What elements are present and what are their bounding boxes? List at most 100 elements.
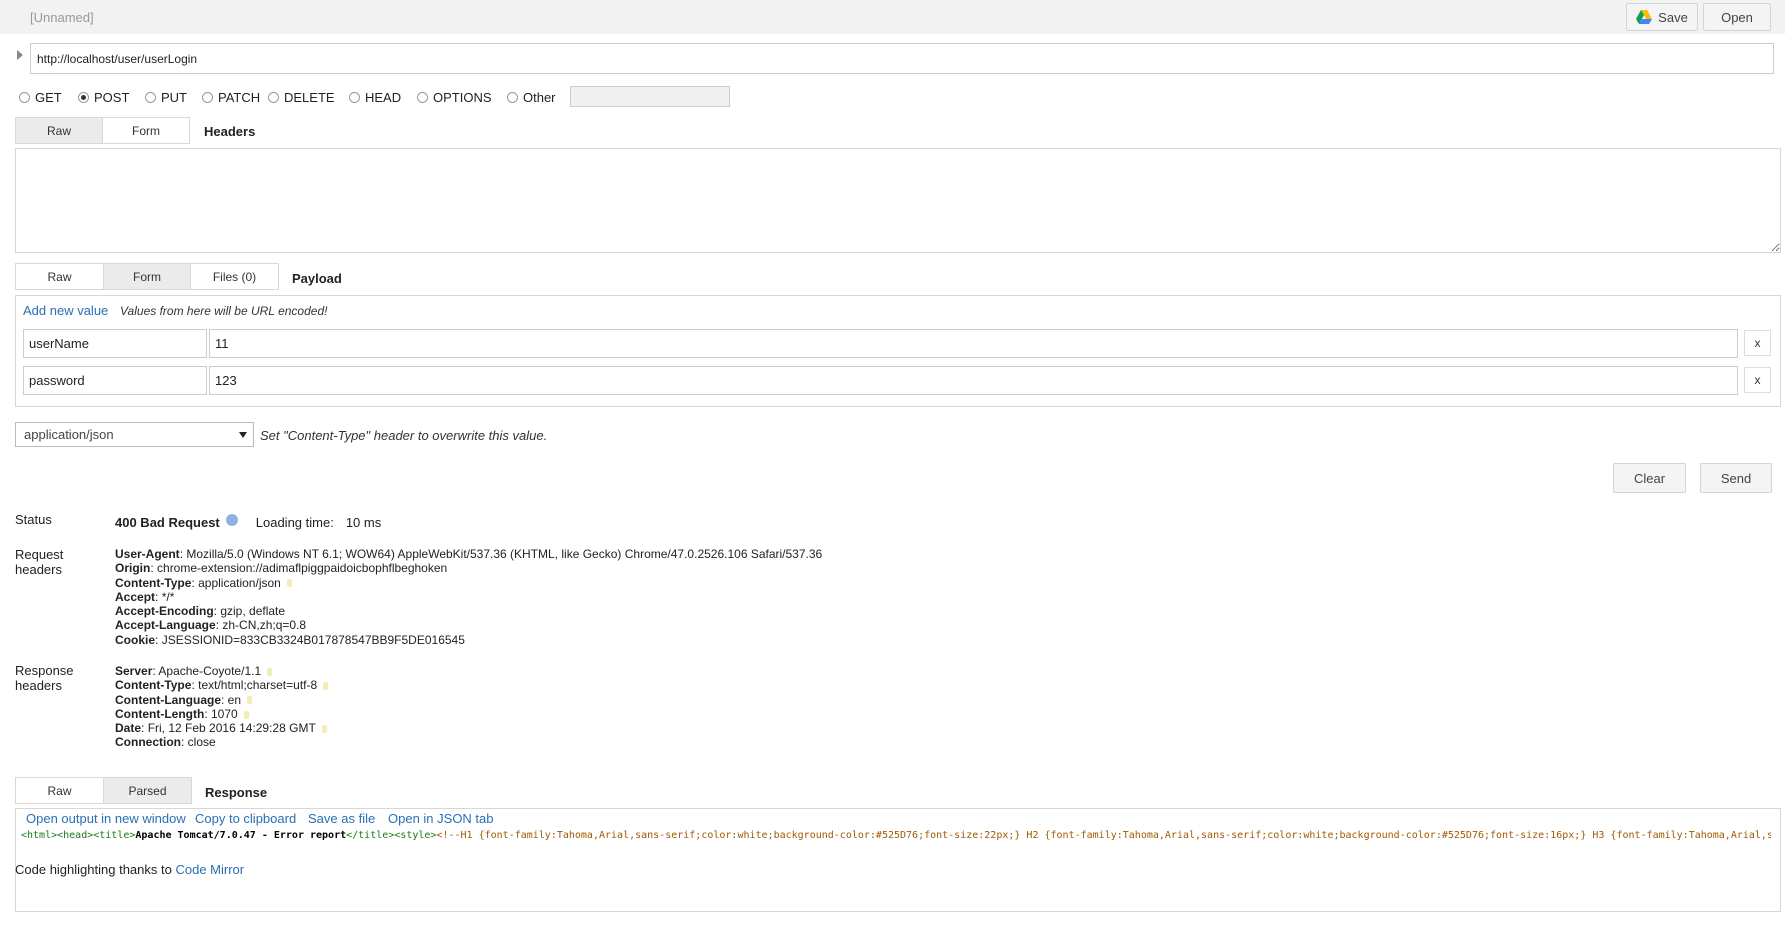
header-line: Origin: chrome-extension://adimaflpiggpa…	[115, 561, 448, 576]
url-input[interactable]	[30, 43, 1774, 74]
clear-button[interactable]: Clear	[1613, 463, 1686, 493]
code-credit: Code highlighting thanks to Code Mirror	[15, 862, 244, 877]
send-button-label: Send	[1720, 470, 1752, 486]
label-line: Response	[15, 663, 74, 678]
method-radio-put[interactable]: PUT	[145, 90, 187, 105]
header-line: Connection: close	[115, 735, 216, 750]
header-hint-icon[interactable]	[267, 667, 273, 676]
radio-indicator[interactable]	[145, 92, 156, 103]
header-hint-icon[interactable]	[323, 682, 329, 691]
code-token: </title><style>	[346, 830, 437, 841]
radio-indicator[interactable]	[417, 92, 428, 103]
header-value: chrome-extension://adimaflpiggpaidoicbop…	[157, 561, 448, 576]
header-hint-icon[interactable]	[243, 710, 249, 719]
headers-raw-textarea[interactable]	[15, 148, 1781, 253]
code-token: <html><head><title>	[21, 830, 136, 841]
method-label: PATCH	[218, 90, 261, 105]
add-new-value-link[interactable]: Add new value	[23, 303, 108, 318]
header-hint-icon[interactable]	[247, 696, 253, 705]
method-radio-post[interactable]: POST	[78, 90, 129, 105]
radio-indicator[interactable]	[78, 92, 89, 103]
status-value: 400 Bad Request	[115, 515, 220, 530]
open-in-json-tab-link[interactable]: Open in JSON tab	[388, 811, 494, 826]
open-button[interactable]: Open	[1703, 3, 1771, 31]
header-name: Accept	[115, 589, 156, 604]
header-name: Cookie	[115, 632, 156, 647]
expand-url-icon[interactable]	[17, 50, 23, 60]
header-line: Content-Language: en	[115, 693, 328, 707]
payload-key-input[interactable]	[23, 366, 207, 395]
header-value: zh-CN,zh;q=0.8	[222, 618, 307, 633]
method-radio-other[interactable]: Other	[507, 90, 556, 105]
content-type-select[interactable]: application/json	[15, 422, 254, 447]
method-radio-head[interactable]: HEAD	[349, 90, 401, 105]
header-value: */*	[161, 589, 175, 604]
radio-indicator[interactable]	[349, 92, 360, 103]
credit-text: Code highlighting thanks to	[15, 862, 172, 877]
other-method-input[interactable]	[570, 86, 730, 107]
radio-indicator[interactable]	[19, 92, 30, 103]
payload-tab-raw[interactable]: Raw	[15, 263, 104, 290]
header-line: Content-Type: text/html;charset=utf-8	[115, 678, 329, 693]
response-title: Response	[205, 785, 268, 800]
payload-value-input[interactable]	[209, 329, 1738, 358]
save-as-file-link[interactable]: Save as file	[308, 811, 375, 826]
response-code-line[interactable]: <html><head><title>Apache Tomcat/7.0.47 …	[21, 830, 1771, 841]
header-line: Accept-Encoding: gzip, deflate	[115, 604, 286, 619]
save-button[interactable]: Save	[1626, 3, 1698, 31]
header-value: Apache-Coyote/1.1	[158, 664, 262, 678]
header-hint-icon[interactable]	[286, 579, 292, 588]
top-bar	[0, 0, 1785, 34]
header-name: Accept-Language	[115, 618, 216, 633]
payload-key-input[interactable]	[23, 329, 207, 358]
code-token: <!--H1 {font-family:Tahoma,Arial,sans-se…	[436, 830, 1771, 841]
loading-time-label: Loading time:	[255, 515, 334, 530]
code-mirror-link[interactable]: Code Mirror	[175, 862, 244, 877]
label-line: headers	[15, 562, 62, 577]
drive-icon	[1636, 10, 1653, 24]
payload-tab-form[interactable]: Form	[103, 263, 191, 290]
radio-indicator[interactable]	[268, 92, 279, 103]
payload-value-input[interactable]	[209, 366, 1738, 395]
response-tab-parsed[interactable]: Parsed	[103, 777, 192, 804]
radio-indicator[interactable]	[507, 92, 518, 103]
info-icon[interactable]	[225, 513, 238, 526]
header-value: close	[187, 735, 216, 750]
header-name: Connection	[115, 735, 181, 750]
tab-label: Form	[133, 269, 161, 284]
header-name: Content-Length	[115, 706, 205, 721]
method-label: Other	[523, 90, 556, 105]
headers-tab-raw[interactable]: Raw	[15, 117, 103, 144]
header-line: Date: Fri, 12 Feb 2016 14:29:28 GMT	[115, 721, 328, 735]
tab-label: Form	[132, 123, 160, 138]
status-line: 400 Bad Request Loading time: 10 ms	[115, 513, 381, 530]
chevron-down-icon	[239, 432, 247, 438]
remove-row-button[interactable]: x	[1744, 367, 1771, 393]
headers-tab-form[interactable]: Form	[102, 117, 190, 144]
method-radio-patch[interactable]: PATCH	[202, 90, 260, 105]
header-line: User-Agent: Mozilla/5.0 (Windows NT 6.1;…	[115, 547, 823, 561]
method-label: POST	[94, 90, 130, 105]
payload-tab-files[interactable]: Files (0)	[190, 263, 279, 290]
send-button[interactable]: Send	[1700, 463, 1772, 493]
remove-row-button[interactable]: x	[1744, 330, 1771, 356]
header-line: Server: Apache-Coyote/1.1	[115, 664, 328, 678]
clear-button-label: Clear	[1633, 470, 1666, 486]
method-radio-options[interactable]: OPTIONS	[417, 90, 492, 105]
open-button-label: Open	[1721, 9, 1753, 25]
url-encode-note: Values from here will be URL encoded!	[120, 304, 328, 318]
method-radio-get[interactable]: GET	[19, 90, 62, 105]
method-radio-delete[interactable]: DELETE	[268, 90, 335, 105]
header-value: en	[227, 692, 242, 707]
header-name: Content-Type	[115, 678, 192, 693]
request-name[interactable]: [Unnamed]	[30, 10, 94, 25]
header-value: application/json	[198, 575, 281, 590]
method-label: PUT	[161, 90, 187, 105]
header-line: Accept-Language: zh-CN,zh;q=0.8	[115, 618, 307, 633]
radio-indicator[interactable]	[202, 92, 213, 103]
header-hint-icon[interactable]	[321, 725, 327, 734]
response-headers-label: Response headers	[15, 663, 74, 693]
open-output-new-window-link[interactable]: Open output in new window	[26, 811, 186, 826]
copy-to-clipboard-link[interactable]: Copy to clipboard	[195, 811, 296, 826]
response-tab-raw[interactable]: Raw	[15, 777, 104, 804]
